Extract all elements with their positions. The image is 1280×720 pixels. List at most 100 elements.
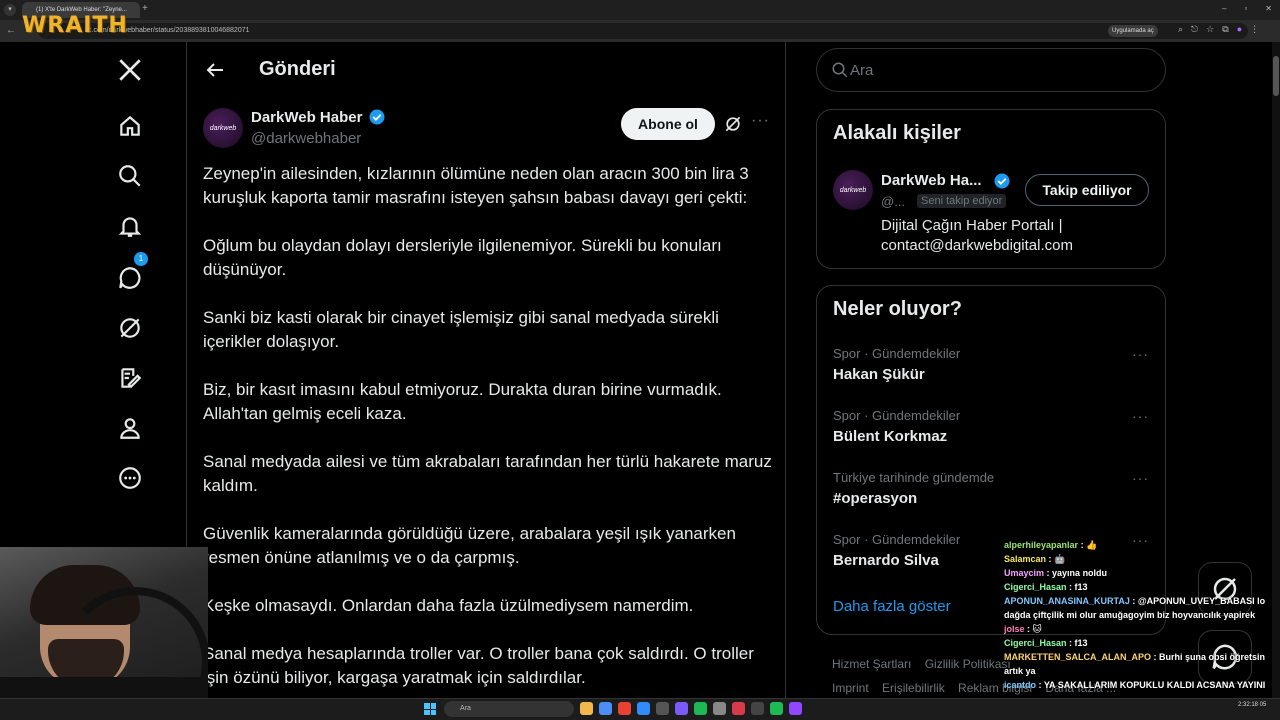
author-handle[interactable]: @darkwebhaber [251, 130, 361, 147]
webcam-overlay [0, 547, 208, 720]
chat-username[interactable]: MARKETTEN_SALCA_ALAN_APO [1004, 652, 1151, 662]
subscribe-button[interactable]: Abone ol [621, 108, 715, 140]
home-icon[interactable] [114, 110, 146, 142]
trend-name: Hakan Şükür [833, 366, 925, 383]
edge-icon[interactable] [637, 702, 650, 715]
bell-icon[interactable] [114, 210, 146, 242]
trend-more-icon[interactable]: ··· [1132, 346, 1149, 362]
minimize-icon[interactable]: – [1222, 4, 1226, 13]
chat-message: Cigerci_Hasan : f13 [1004, 636, 1280, 650]
page-title: Gönderi [259, 58, 336, 80]
scrollbar-thumb[interactable] [1273, 56, 1279, 96]
browser-menu-icon[interactable]: ⋮ [1250, 24, 1259, 35]
chat-username[interactable]: Salamcan [1004, 554, 1046, 564]
main-column: Gönderi darkweb DarkWeb Haber @darkwebha… [186, 42, 786, 720]
following-button[interactable]: Takip ediliyor [1025, 174, 1149, 206]
related-name[interactable]: DarkWeb Ha... [881, 172, 982, 189]
message-icon[interactable] [114, 262, 146, 294]
show-more-link[interactable]: Daha fazla göster [833, 598, 951, 615]
verified-badge-icon [994, 173, 1010, 189]
related-people-title: Alakalı kişiler [833, 122, 961, 144]
file-explorer-icon[interactable] [580, 702, 593, 715]
author-avatar[interactable]: darkweb [203, 108, 243, 148]
more-options-icon[interactable] [114, 462, 146, 494]
follows-you-badge: Seni takip ediyor [917, 194, 1007, 208]
related-handle: @... [881, 194, 906, 209]
search-icon[interactable] [114, 160, 146, 192]
windows-taskbar: Ara 2:32:18 05 [0, 698, 1280, 720]
browser-back-icon[interactable]: ← [6, 25, 16, 36]
zoom-icon[interactable]: ⌕ [1178, 24, 1183, 35]
spotify-icon[interactable] [694, 702, 707, 715]
taskbar-search[interactable]: Ara [444, 701, 574, 717]
url-field[interactable]: x.com/darkwebhaber/status/20388938100468… [38, 23, 1248, 39]
grok-icon[interactable] [114, 312, 146, 344]
profile-avatar-icon[interactable]: ● [1237, 24, 1242, 35]
address-icons: ⌕ ⎋ ☆ ⧉ ● ⋮ [1178, 24, 1259, 35]
search-box[interactable]: Ara [816, 48, 1166, 92]
obs-icon[interactable] [751, 702, 764, 715]
chat-text: : f13 [1069, 582, 1088, 592]
chat-username[interactable]: alperhileyapanlar [1004, 540, 1078, 550]
search-icon [832, 62, 848, 78]
extensions-icon[interactable]: ⧉ [1222, 24, 1228, 35]
chat-username[interactable]: icantdo [1004, 680, 1036, 690]
chat-text: : 👍 [1080, 540, 1098, 550]
related-bio: Dijital Çağın Haber Portalı | contact@da… [881, 217, 1073, 254]
maximize-icon[interactable]: ▫ [1244, 4, 1247, 13]
tweet-paragraph: Keşke olmasaydı. Onlardan daha fazla üzü… [203, 596, 694, 615]
grok-explain-icon[interactable] [723, 114, 743, 134]
app-icon[interactable] [770, 702, 783, 715]
chat-username[interactable]: jolse [1004, 624, 1025, 634]
chrome-icon[interactable] [618, 702, 631, 715]
trend-meta: Spor · Gündemdekiler [833, 532, 961, 547]
trend-more-icon[interactable]: ··· [1132, 470, 1149, 486]
tab-search-icon[interactable]: ▾ [4, 4, 16, 16]
close-window-icon[interactable]: ✕ [1265, 4, 1272, 13]
avatar-text: darkweb [209, 124, 237, 132]
search-input[interactable]: Ara [850, 62, 873, 79]
chat-username[interactable]: Cigerci_Hasan [1004, 638, 1067, 648]
windows-start-icon[interactable] [424, 703, 436, 715]
trends-title: Neler oluyor? [833, 298, 962, 320]
trend-item[interactable]: Spor · Gündemdekiler Bülent Korkmaz ··· [833, 408, 1149, 460]
chat-username[interactable]: APONUN_ANASINA_KURTAJ [1004, 596, 1130, 606]
trend-meta: Türkiye tarihinde gündemde [833, 470, 995, 485]
footer-link[interactable]: Imprint [832, 681, 869, 695]
tweet-paragraph: Zeynep'in ailesinden, kızlarının ölümüne… [203, 164, 749, 207]
taskbar-clock[interactable]: 2:32:18 05 [1238, 701, 1266, 709]
bookmark-star-icon[interactable]: ☆ [1206, 24, 1214, 35]
trend-more-icon[interactable]: ··· [1132, 408, 1149, 424]
open-in-app-button[interactable]: Uygulamada aç [1108, 25, 1158, 37]
app-icon[interactable] [713, 702, 726, 715]
x-logo-icon[interactable] [114, 54, 146, 86]
trend-item[interactable]: Türkiye tarihinde gündemde #operasyon ··… [833, 470, 1149, 522]
new-tab-icon[interactable]: + [142, 3, 148, 14]
back-arrow-icon[interactable] [203, 58, 227, 82]
trend-name: Bernardo Silva [833, 552, 939, 569]
avatar-text: darkweb [839, 186, 867, 194]
tweet-text: Zeynep'in ailesinden, kızlarının ölümüne… [203, 162, 773, 714]
app-icon[interactable] [656, 702, 669, 715]
tweet-paragraph: Sanal medya hesaplarında troller var. O … [203, 644, 754, 687]
chat-username[interactable]: Cigerci_Hasan [1004, 582, 1067, 592]
footer-link[interactable]: Erişilebilirlik [882, 681, 945, 695]
twitch-icon[interactable] [789, 702, 802, 715]
edit-icon[interactable] [114, 362, 146, 394]
chat-username[interactable]: Umaycim [1004, 568, 1044, 578]
tweet-more-icon[interactable]: ··· [751, 112, 770, 130]
footer-link[interactable]: Hizmet Şartları [832, 657, 911, 671]
profile-icon[interactable] [114, 412, 146, 444]
footer-link[interactable]: Gizlilik Politikası [925, 657, 1011, 671]
author-name[interactable]: DarkWeb Haber [251, 109, 362, 126]
chat-message: jolse : 🐱 [1004, 622, 1280, 636]
discord-icon[interactable] [675, 702, 688, 715]
chat-text: : f13 [1069, 638, 1088, 648]
share-icon[interactable]: ⎋ [1191, 24, 1198, 35]
app-icon[interactable] [599, 702, 612, 715]
chat-message: APONUN_ANASINA_KURTAJ : @APONUN_UVEY_BAB… [1004, 594, 1280, 622]
app-icon[interactable] [732, 702, 745, 715]
chat-message: alperhileyapanlar : 👍 [1004, 538, 1280, 552]
related-avatar[interactable]: darkweb [833, 170, 873, 210]
trend-item[interactable]: Spor · Gündemdekiler Hakan Şükür ··· [833, 346, 1149, 398]
